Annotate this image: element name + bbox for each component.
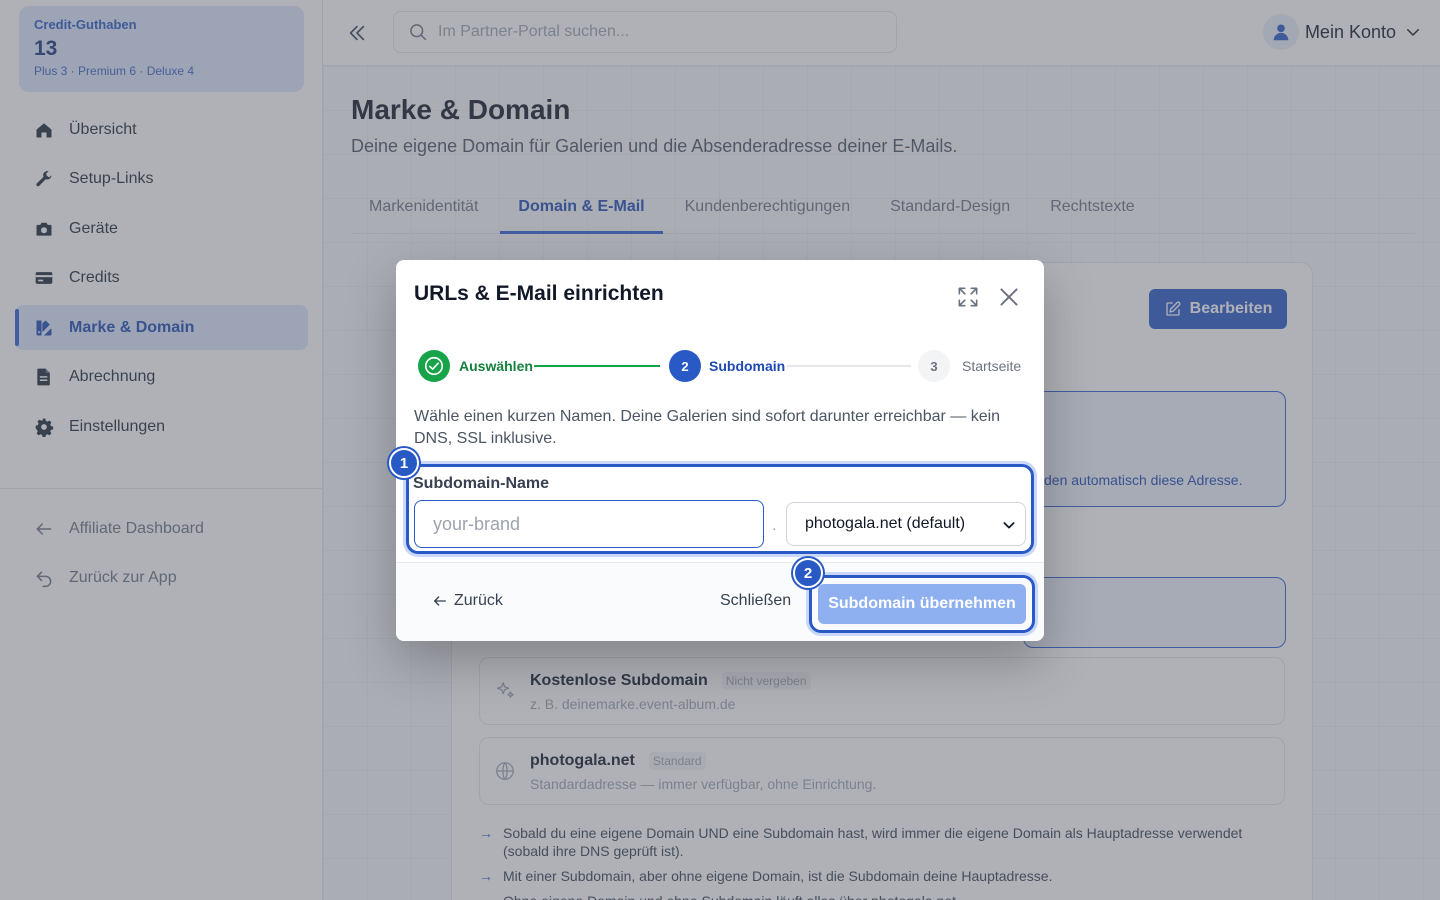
step-connector-done [534, 365, 660, 367]
step-3-pending: 3 [918, 350, 950, 382]
dialog-footer: Zurück Schließen Subdomain übernehmen [396, 562, 1044, 641]
annotation-badge-2: 2 [793, 558, 823, 588]
step-2-active: 2 [669, 350, 701, 382]
apply-subdomain-button[interactable]: Subdomain übernehmen [818, 584, 1026, 624]
back-label: Zurück [454, 592, 503, 609]
close-icon [1000, 288, 1018, 306]
close-dialog-button[interactable] [996, 284, 1022, 310]
subdomain-field-label: Subdomain-Name [413, 475, 550, 492]
setup-dialog: URLs & E-Mail einrichten Auswählen 2 Sub… [389, 260, 1044, 641]
domain-select-value: photogala.net (default) [805, 515, 966, 532]
step-2-label: Subdomain [709, 358, 786, 374]
subdomain-input[interactable] [414, 500, 764, 548]
check-circle-icon [424, 356, 444, 376]
subdomain-field-group: Subdomain-Name . photogala.net (default) [406, 464, 1034, 554]
dialog-description: Wähle einen kurzen Namen. Deine Galerien… [414, 408, 1001, 447]
dialog-title: URLs & E-Mail einrichten [414, 282, 664, 305]
annotation-badge-1: 1 [389, 448, 419, 478]
domain-select[interactable]: photogala.net (default) [786, 502, 1026, 546]
step-1-label: Auswählen [459, 358, 533, 374]
apply-button-highlight: Subdomain übernehmen [809, 575, 1035, 633]
chevron-down-icon [1003, 522, 1015, 529]
step-3-label: Startseite [962, 358, 1022, 374]
expand-button[interactable] [955, 284, 981, 310]
arrow-left-icon [434, 596, 446, 606]
domain-separator: . [772, 517, 777, 534]
expand-icon [958, 287, 978, 307]
back-button[interactable]: Zurück [432, 592, 503, 610]
close-button[interactable]: Schließen [720, 592, 791, 610]
step-1-done [418, 350, 450, 382]
step-connector-pending [787, 365, 911, 367]
stepper: Auswählen 2 Subdomain 3 Startseite [418, 350, 1022, 382]
